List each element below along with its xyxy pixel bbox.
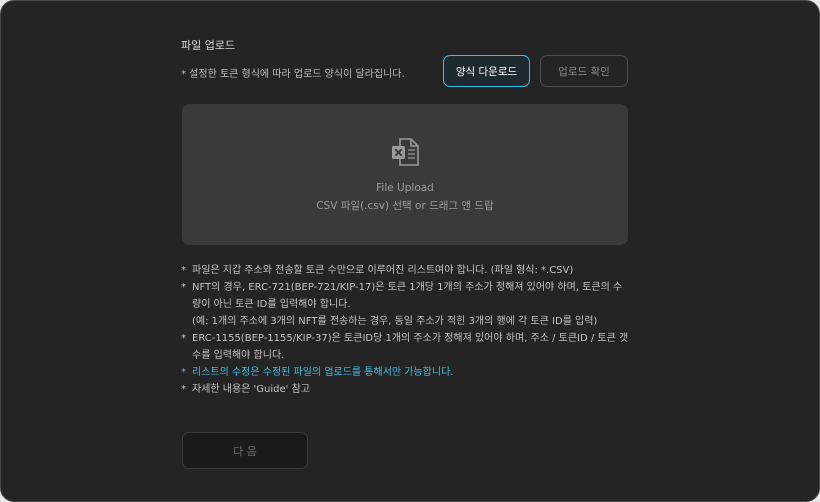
note-item: (예: 1개의 주소에 3개의 NFT를 전송하는 경우, 동일 주소가 적힌 … [181,313,631,330]
note-text: 자세한 내용은 'Guide' 참고 [192,384,310,395]
upload-notes: * 파일은 지갑 주소와 전송할 토큰 수만으로 이루어진 리스트여야 합니다.… [181,262,631,398]
upload-panel: 파일 업로드 * 설정한 토큰 형식에 따라 업로드 양식이 달라집니다. 양식… [0,0,820,502]
file-dropzone[interactable]: File Upload CSV 파일(.csv) 선택 or 드래그 앤 드랍 [182,104,628,245]
note-bullet: * [181,367,186,378]
note-item: * 파일은 지갑 주소와 전송할 토큰 수만으로 이루어진 리스트여야 합니다.… [181,262,631,279]
note-item: * ERC-1155(BEP-1155/KIP-37)은 토큰ID당 1개의 주… [181,330,631,364]
note-bullet: * [181,282,186,293]
note-text: ERC-1155(BEP-1155/KIP-37)은 토큰ID당 1개의 주소가… [192,333,629,361]
template-download-button[interactable]: 양식 다운로드 [443,55,530,87]
note-item: * NFT의 경우, ERC-721(BEP-721/KIP-17)은 토큰 1… [181,279,631,313]
note-item: * 자세한 내용은 'Guide' 참고 [181,381,631,398]
note-example-text: (예: 1개의 주소에 3개의 NFT를 전송하는 경우, 동일 주소가 적힌 … [192,316,598,327]
note-item-highlight: * 리스트의 수정은 수정된 파일의 업로드를 통해서만 가능합니다. [181,364,631,381]
section-title: 파일 업로드 [181,39,236,52]
excel-file-icon [392,138,419,166]
note-bullet: * [181,333,186,344]
note-bullet: * [181,384,186,395]
note-text: 리스트의 수정은 수정된 파일의 업로드를 통해서만 가능합니다. [192,367,454,378]
note-text: NFT의 경우, ERC-721(BEP-721/KIP-17)은 토큰 1개당… [192,282,623,310]
dropzone-subtitle: CSV 파일(.csv) 선택 or 드래그 앤 드랍 [316,200,494,212]
dropzone-title: File Upload [376,182,434,194]
upload-confirm-button[interactable]: 업로드 확인 [540,55,628,87]
next-button[interactable]: 다 음 [182,432,308,469]
format-notice: * 설정한 토큰 형식에 따라 업로드 양식이 달라집니다. [181,69,405,80]
note-bullet-spacer [181,313,192,330]
note-text: 파일은 지갑 주소와 전송할 토큰 수만으로 이루어진 리스트여야 합니다. (… [192,265,574,276]
note-bullet: * [181,265,186,276]
